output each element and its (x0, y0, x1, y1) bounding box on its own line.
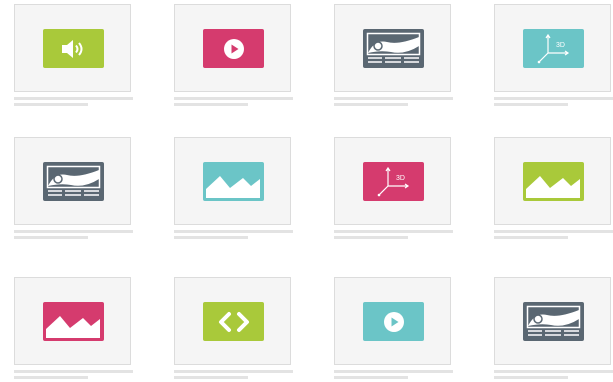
title-placeholder (334, 230, 453, 233)
media-card[interactable] (14, 277, 131, 365)
title-placeholder (494, 370, 613, 373)
subtitle-placeholder (494, 236, 568, 239)
axes-3d-icon: 3D (537, 33, 569, 63)
media-tile-panorama[interactable] (334, 4, 453, 108)
media-card[interactable] (494, 137, 611, 225)
media-tile-image[interactable] (494, 137, 613, 241)
3d-axis-label: 3D (556, 42, 565, 49)
media-tile-embed[interactable] (174, 277, 293, 381)
code-brackets-icon (218, 311, 249, 332)
media-grid: 3D 3D (14, 4, 613, 382)
media-card[interactable] (14, 4, 131, 92)
subtitle-placeholder (334, 103, 408, 106)
video-badge (203, 29, 264, 68)
subtitle-placeholder (174, 236, 248, 239)
media-card[interactable]: 3D (334, 137, 451, 225)
title-placeholder (174, 230, 293, 233)
subtitle-placeholder (174, 103, 248, 106)
subtitle-placeholder (494, 376, 568, 379)
panorama-icon (46, 165, 101, 196)
title-placeholder (174, 97, 293, 100)
subtitle-placeholder (14, 236, 88, 239)
mountain-image-icon (46, 316, 100, 338)
media-tile-3d[interactable]: 3D (334, 137, 453, 241)
3d-badge: 3D (363, 162, 424, 201)
play-icon (223, 38, 244, 59)
audio-badge (43, 29, 104, 68)
axes-3d-icon: 3D (377, 166, 409, 196)
media-card[interactable]: 3D (494, 4, 611, 92)
subtitle-placeholder (334, 236, 408, 239)
3d-axis-label: 3D (396, 175, 405, 182)
mountain-image-icon (206, 176, 260, 198)
subtitle-placeholder (14, 376, 88, 379)
subtitle-placeholder (494, 103, 568, 106)
panorama-icon (366, 32, 421, 63)
panorama-icon (526, 305, 581, 336)
media-card[interactable] (334, 277, 451, 365)
mountain-image-icon (526, 176, 580, 198)
media-tile-panorama[interactable] (14, 137, 133, 241)
subtitle-placeholder (174, 376, 248, 379)
media-tile-3d[interactable]: 3D (494, 4, 613, 108)
subtitle-placeholder (14, 103, 88, 106)
title-placeholder (334, 97, 453, 100)
title-placeholder (14, 97, 133, 100)
video-badge (363, 302, 424, 341)
3d-badge: 3D (523, 29, 584, 68)
panorama-badge (43, 162, 104, 201)
media-tile-audio[interactable] (14, 4, 133, 108)
media-tile-image[interactable] (14, 277, 133, 381)
media-tile-image[interactable] (174, 137, 293, 241)
image-badge (203, 162, 264, 201)
media-card[interactable] (494, 277, 611, 365)
media-card[interactable] (334, 4, 451, 92)
subtitle-placeholder (334, 376, 408, 379)
media-tile-panorama[interactable] (494, 277, 613, 381)
title-placeholder (494, 97, 613, 100)
image-badge (43, 302, 104, 341)
media-tile-video[interactable] (334, 277, 453, 381)
image-badge (523, 162, 584, 201)
media-card[interactable] (14, 137, 131, 225)
embed-badge (203, 302, 264, 341)
panorama-badge (523, 302, 584, 341)
panorama-badge (363, 29, 424, 68)
media-tile-video[interactable] (174, 4, 293, 108)
title-placeholder (494, 230, 613, 233)
media-card[interactable] (174, 137, 291, 225)
title-placeholder (14, 370, 133, 373)
title-placeholder (174, 370, 293, 373)
speaker-icon (61, 39, 82, 58)
play-icon (383, 311, 404, 332)
title-placeholder (14, 230, 133, 233)
media-card[interactable] (174, 4, 291, 92)
media-card[interactable] (174, 277, 291, 365)
title-placeholder (334, 370, 453, 373)
